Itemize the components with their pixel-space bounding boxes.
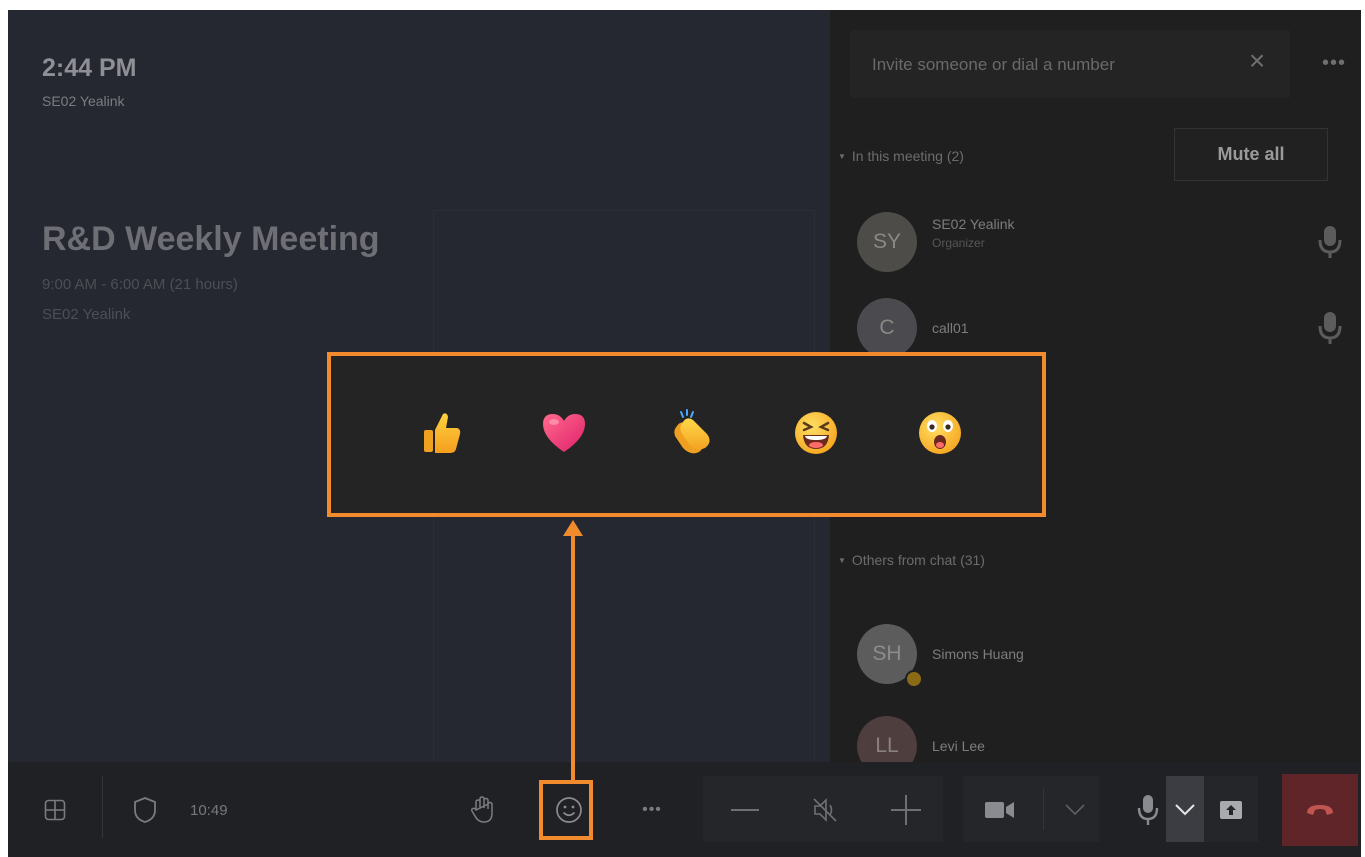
invite-placeholder: Invite someone or dial a number <box>872 55 1115 74</box>
share-screen-icon[interactable] <box>1204 762 1258 857</box>
chevron-down-icon[interactable] <box>1054 762 1096 857</box>
annotation-arrow <box>571 532 575 780</box>
meeting-time: 9:00 AM - 6:00 AM (21 hours) <box>42 276 238 293</box>
toolbar-divider <box>102 776 103 838</box>
speaker-muted-icon[interactable] <box>795 762 855 857</box>
avatar: C <box>857 298 917 358</box>
device-name: SE02 Yealink <box>42 93 125 109</box>
meeting-organizer: SE02 Yealink <box>42 306 131 323</box>
others-header[interactable]: ▼ Others from chat (31) <box>838 552 985 568</box>
camera-icon[interactable] <box>968 762 1032 857</box>
caret-down-icon: ▼ <box>838 556 846 565</box>
participant-row[interactable]: SY SE02 Yealink Organizer <box>857 212 1342 272</box>
raise-hand-icon[interactable] <box>456 762 508 857</box>
participant-name: call01 <box>932 320 969 336</box>
participant-row[interactable]: C call01 <box>857 298 1342 358</box>
call-toolbar: 10:49 ••• <box>8 762 1361 857</box>
reactions-popup <box>327 352 1046 517</box>
heart-reaction-icon[interactable] <box>539 408 589 458</box>
microphone-icon[interactable] <box>1317 310 1343 346</box>
participant-name: Levi Lee <box>932 738 985 754</box>
chevron-down-icon[interactable] <box>1166 762 1204 857</box>
invite-field[interactable]: Invite someone or dial a number × <box>850 30 1290 98</box>
laugh-reaction-icon[interactable] <box>791 408 841 458</box>
microphone-icon[interactable] <box>1130 762 1166 857</box>
toolbar-divider <box>1043 788 1044 830</box>
volume-up-icon[interactable] <box>876 762 936 857</box>
layout-icon[interactable] <box>26 762 84 857</box>
call-timer: 10:49 <box>190 802 228 819</box>
meeting-window: 2:44 PM SE02 Yealink R&D Weekly Meeting … <box>8 10 1361 857</box>
microphone-icon[interactable] <box>1317 224 1343 260</box>
shield-icon[interactable] <box>116 762 174 857</box>
away-status-icon <box>905 670 923 688</box>
more-icon[interactable]: ••• <box>626 762 678 857</box>
applause-reaction-icon[interactable] <box>667 408 717 458</box>
caret-down-icon: ▼ <box>838 152 846 161</box>
volume-down-icon[interactable] <box>715 762 775 857</box>
surprised-reaction-icon[interactable] <box>915 408 965 458</box>
participant-row[interactable]: SH Simons Huang <box>857 624 1337 688</box>
hang-up-icon[interactable] <box>1282 762 1358 857</box>
participant-name: SE02 Yealink <box>932 216 1015 232</box>
like-reaction-icon[interactable] <box>417 408 467 458</box>
meeting-title: R&D Weekly Meeting <box>42 220 380 258</box>
participant-name: Simons Huang <box>932 646 1024 662</box>
annotation-arrowhead <box>563 520 583 536</box>
panel-more-icon[interactable]: ••• <box>1322 52 1346 75</box>
mute-all-button[interactable]: Mute all <box>1174 128 1328 181</box>
current-time: 2:44 PM <box>42 54 137 82</box>
clear-icon[interactable]: × <box>1242 46 1272 76</box>
avatar: SY <box>857 212 917 272</box>
emoji-button-highlight <box>539 780 593 840</box>
participant-role: Organizer <box>932 236 985 250</box>
in-meeting-header[interactable]: ▼ In this meeting (2) <box>838 148 964 164</box>
